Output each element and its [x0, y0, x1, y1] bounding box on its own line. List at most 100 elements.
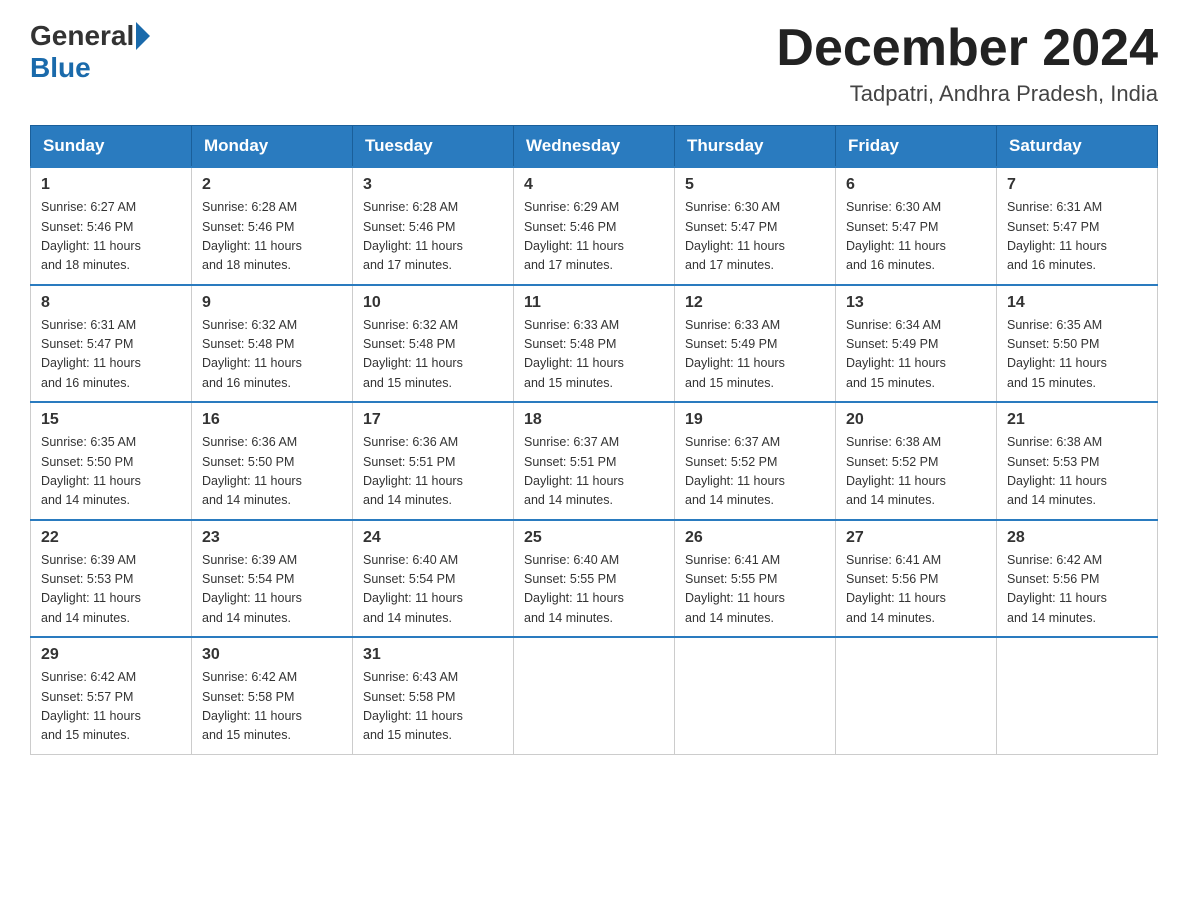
- logo-blue-text: Blue: [30, 52, 91, 84]
- calendar-week-row: 22 Sunrise: 6:39 AMSunset: 5:53 PMDaylig…: [31, 520, 1158, 638]
- calendar-cell: 5 Sunrise: 6:30 AMSunset: 5:47 PMDayligh…: [675, 167, 836, 285]
- days-header-row: SundayMondayTuesdayWednesdayThursdayFrid…: [31, 126, 1158, 168]
- calendar-cell: 2 Sunrise: 6:28 AMSunset: 5:46 PMDayligh…: [192, 167, 353, 285]
- day-number: 29: [41, 646, 181, 664]
- calendar-cell: 10 Sunrise: 6:32 AMSunset: 5:48 PMDaylig…: [353, 285, 514, 403]
- calendar-cell: 17 Sunrise: 6:36 AMSunset: 5:51 PMDaylig…: [353, 402, 514, 520]
- day-info: Sunrise: 6:33 AMSunset: 5:48 PMDaylight:…: [524, 316, 664, 394]
- day-number: 6: [846, 176, 986, 194]
- day-number: 11: [524, 294, 664, 312]
- day-header-sunday: Sunday: [31, 126, 192, 168]
- day-number: 22: [41, 529, 181, 547]
- day-info: Sunrise: 6:41 AMSunset: 5:56 PMDaylight:…: [846, 551, 986, 629]
- day-number: 3: [363, 176, 503, 194]
- day-number: 12: [685, 294, 825, 312]
- day-header-friday: Friday: [836, 126, 997, 168]
- day-info: Sunrise: 6:29 AMSunset: 5:46 PMDaylight:…: [524, 198, 664, 276]
- day-info: Sunrise: 6:37 AMSunset: 5:51 PMDaylight:…: [524, 433, 664, 511]
- day-number: 21: [1007, 411, 1147, 429]
- day-info: Sunrise: 6:42 AMSunset: 5:57 PMDaylight:…: [41, 668, 181, 746]
- day-number: 23: [202, 529, 342, 547]
- day-info: Sunrise: 6:35 AMSunset: 5:50 PMDaylight:…: [1007, 316, 1147, 394]
- day-number: 20: [846, 411, 986, 429]
- calendar-cell: 6 Sunrise: 6:30 AMSunset: 5:47 PMDayligh…: [836, 167, 997, 285]
- calendar-cell: 12 Sunrise: 6:33 AMSunset: 5:49 PMDaylig…: [675, 285, 836, 403]
- day-number: 2: [202, 176, 342, 194]
- day-info: Sunrise: 6:42 AMSunset: 5:58 PMDaylight:…: [202, 668, 342, 746]
- calendar-cell: 9 Sunrise: 6:32 AMSunset: 5:48 PMDayligh…: [192, 285, 353, 403]
- day-info: Sunrise: 6:31 AMSunset: 5:47 PMDaylight:…: [1007, 198, 1147, 276]
- day-info: Sunrise: 6:35 AMSunset: 5:50 PMDaylight:…: [41, 433, 181, 511]
- calendar-cell: 14 Sunrise: 6:35 AMSunset: 5:50 PMDaylig…: [997, 285, 1158, 403]
- day-header-saturday: Saturday: [997, 126, 1158, 168]
- calendar-cell: 11 Sunrise: 6:33 AMSunset: 5:48 PMDaylig…: [514, 285, 675, 403]
- calendar-cell: 16 Sunrise: 6:36 AMSunset: 5:50 PMDaylig…: [192, 402, 353, 520]
- day-number: 18: [524, 411, 664, 429]
- day-info: Sunrise: 6:27 AMSunset: 5:46 PMDaylight:…: [41, 198, 181, 276]
- calendar-cell: 23 Sunrise: 6:39 AMSunset: 5:54 PMDaylig…: [192, 520, 353, 638]
- day-number: 24: [363, 529, 503, 547]
- calendar-cell: 20 Sunrise: 6:38 AMSunset: 5:52 PMDaylig…: [836, 402, 997, 520]
- calendar-cell: 18 Sunrise: 6:37 AMSunset: 5:51 PMDaylig…: [514, 402, 675, 520]
- calendar-cell: 24 Sunrise: 6:40 AMSunset: 5:54 PMDaylig…: [353, 520, 514, 638]
- day-number: 19: [685, 411, 825, 429]
- calendar-cell: 15 Sunrise: 6:35 AMSunset: 5:50 PMDaylig…: [31, 402, 192, 520]
- day-info: Sunrise: 6:32 AMSunset: 5:48 PMDaylight:…: [202, 316, 342, 394]
- day-info: Sunrise: 6:28 AMSunset: 5:46 PMDaylight:…: [202, 198, 342, 276]
- day-header-wednesday: Wednesday: [514, 126, 675, 168]
- logo: General: [30, 20, 152, 52]
- day-number: 16: [202, 411, 342, 429]
- day-number: 14: [1007, 294, 1147, 312]
- day-info: Sunrise: 6:40 AMSunset: 5:55 PMDaylight:…: [524, 551, 664, 629]
- day-info: Sunrise: 6:41 AMSunset: 5:55 PMDaylight:…: [685, 551, 825, 629]
- calendar-week-row: 29 Sunrise: 6:42 AMSunset: 5:57 PMDaylig…: [31, 637, 1158, 754]
- day-header-thursday: Thursday: [675, 126, 836, 168]
- logo-area: General Blue: [30, 20, 152, 84]
- day-info: Sunrise: 6:36 AMSunset: 5:51 PMDaylight:…: [363, 433, 503, 511]
- calendar-cell: 25 Sunrise: 6:40 AMSunset: 5:55 PMDaylig…: [514, 520, 675, 638]
- calendar-cell: 27 Sunrise: 6:41 AMSunset: 5:56 PMDaylig…: [836, 520, 997, 638]
- day-number: 13: [846, 294, 986, 312]
- day-info: Sunrise: 6:31 AMSunset: 5:47 PMDaylight:…: [41, 316, 181, 394]
- day-header-tuesday: Tuesday: [353, 126, 514, 168]
- day-info: Sunrise: 6:37 AMSunset: 5:52 PMDaylight:…: [685, 433, 825, 511]
- day-info: Sunrise: 6:39 AMSunset: 5:53 PMDaylight:…: [41, 551, 181, 629]
- calendar-cell: [836, 637, 997, 754]
- day-info: Sunrise: 6:32 AMSunset: 5:48 PMDaylight:…: [363, 316, 503, 394]
- day-number: 15: [41, 411, 181, 429]
- calendar-cell: 1 Sunrise: 6:27 AMSunset: 5:46 PMDayligh…: [31, 167, 192, 285]
- day-number: 30: [202, 646, 342, 664]
- calendar-cell: 26 Sunrise: 6:41 AMSunset: 5:55 PMDaylig…: [675, 520, 836, 638]
- month-title: December 2024: [776, 20, 1158, 77]
- calendar-cell: [514, 637, 675, 754]
- calendar-cell: 7 Sunrise: 6:31 AMSunset: 5:47 PMDayligh…: [997, 167, 1158, 285]
- calendar-table: SundayMondayTuesdayWednesdayThursdayFrid…: [30, 125, 1158, 755]
- day-number: 27: [846, 529, 986, 547]
- calendar-cell: 13 Sunrise: 6:34 AMSunset: 5:49 PMDaylig…: [836, 285, 997, 403]
- day-header-monday: Monday: [192, 126, 353, 168]
- day-info: Sunrise: 6:38 AMSunset: 5:53 PMDaylight:…: [1007, 433, 1147, 511]
- day-number: 8: [41, 294, 181, 312]
- day-number: 5: [685, 176, 825, 194]
- logo-general-text: General: [30, 20, 134, 52]
- day-info: Sunrise: 6:42 AMSunset: 5:56 PMDaylight:…: [1007, 551, 1147, 629]
- calendar-cell: 30 Sunrise: 6:42 AMSunset: 5:58 PMDaylig…: [192, 637, 353, 754]
- calendar-cell: 8 Sunrise: 6:31 AMSunset: 5:47 PMDayligh…: [31, 285, 192, 403]
- day-info: Sunrise: 6:30 AMSunset: 5:47 PMDaylight:…: [685, 198, 825, 276]
- calendar-cell: [675, 637, 836, 754]
- page-header: General Blue December 2024 Tadpatri, And…: [30, 20, 1158, 107]
- logo-arrow-icon: [136, 22, 150, 50]
- title-area: December 2024 Tadpatri, Andhra Pradesh, …: [776, 20, 1158, 107]
- day-info: Sunrise: 6:28 AMSunset: 5:46 PMDaylight:…: [363, 198, 503, 276]
- day-info: Sunrise: 6:38 AMSunset: 5:52 PMDaylight:…: [846, 433, 986, 511]
- day-info: Sunrise: 6:39 AMSunset: 5:54 PMDaylight:…: [202, 551, 342, 629]
- day-info: Sunrise: 6:33 AMSunset: 5:49 PMDaylight:…: [685, 316, 825, 394]
- calendar-week-row: 8 Sunrise: 6:31 AMSunset: 5:47 PMDayligh…: [31, 285, 1158, 403]
- calendar-week-row: 15 Sunrise: 6:35 AMSunset: 5:50 PMDaylig…: [31, 402, 1158, 520]
- day-number: 7: [1007, 176, 1147, 194]
- calendar-cell: 28 Sunrise: 6:42 AMSunset: 5:56 PMDaylig…: [997, 520, 1158, 638]
- day-number: 28: [1007, 529, 1147, 547]
- day-number: 1: [41, 176, 181, 194]
- calendar-cell: [997, 637, 1158, 754]
- day-info: Sunrise: 6:30 AMSunset: 5:47 PMDaylight:…: [846, 198, 986, 276]
